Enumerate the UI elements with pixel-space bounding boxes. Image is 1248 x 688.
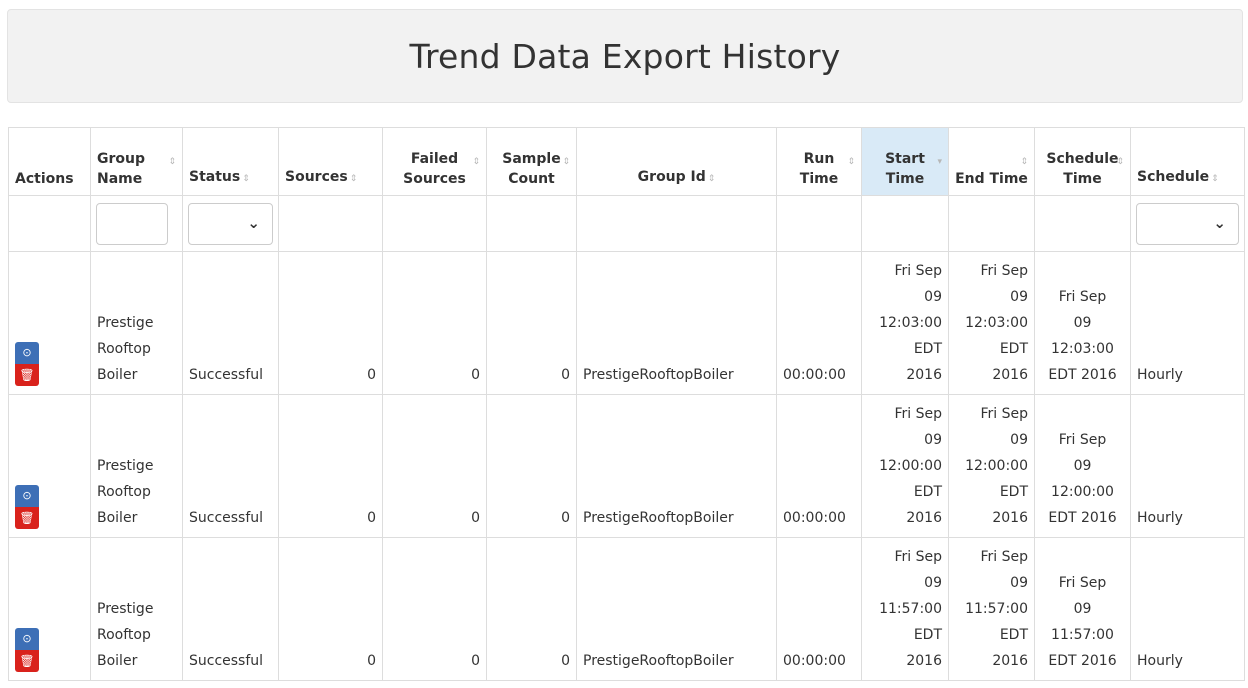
sample-count-cell: 0 xyxy=(486,394,577,538)
group-id-cell: PrestigeRooftopBoiler xyxy=(576,537,777,681)
sort-icon: ⇕ xyxy=(562,157,570,167)
col-header-schedule-time[interactable]: Schedule Time ⇕ xyxy=(1034,127,1131,196)
trash-icon: 🗑 xyxy=(19,511,35,525)
page-title: Trend Data Export History xyxy=(409,36,841,76)
start-time-cell: Fri Sep 09 11:57:00 EDT 2016 xyxy=(861,537,949,681)
schedule-time-cell: Fri Sep 09 12:03:00 EDT 2016 xyxy=(1034,251,1131,395)
actions-cell: ⊙ 🗑 xyxy=(8,251,91,395)
start-time-cell: Fri Sep 09 12:03:00 EDT 2016 xyxy=(861,251,949,395)
sources-cell: 0 xyxy=(278,394,383,538)
sort-icon: ⇕ xyxy=(472,157,480,167)
col-header-status[interactable]: Status ⇕ xyxy=(182,127,279,196)
delete-button[interactable]: 🗑 xyxy=(15,507,39,529)
col-header-group-id[interactable]: Group Id ⇕ xyxy=(576,127,777,196)
page-header: Trend Data Export History xyxy=(7,9,1243,103)
actions-cell: ⊙ 🗑 xyxy=(8,394,91,538)
run-time-cell: 00:00:00 xyxy=(776,537,862,681)
failed-sources-cell: 0 xyxy=(382,394,487,538)
group-name-cell: Prestige Rooftop Boiler xyxy=(90,537,183,681)
view-button[interactable]: ⊙ xyxy=(15,485,39,507)
group-id-cell: PrestigeRooftopBoiler xyxy=(576,251,777,395)
filter-row: ⌄ ⌄ xyxy=(8,195,1245,252)
actions-cell: ⊙ 🗑 xyxy=(8,537,91,681)
status-cell: Successful xyxy=(182,251,279,395)
group-name-filter-input[interactable] xyxy=(96,202,168,245)
sample-count-cell: 0 xyxy=(486,537,577,681)
status-cell: Successful xyxy=(182,394,279,538)
sort-desc-icon: ▾ xyxy=(937,157,942,167)
chevron-down-icon: ⌄ xyxy=(247,213,260,232)
group-name-cell: Prestige Rooftop Boiler xyxy=(90,394,183,538)
col-header-sources[interactable]: Sources ⇕ xyxy=(278,127,383,196)
sort-icon: ⇕ xyxy=(168,157,176,167)
run-time-cell: 00:00:00 xyxy=(776,394,862,538)
table-row: ⊙ 🗑 Prestige Rooftop Boiler Successful 0 0 0 Pres… xyxy=(8,537,1245,681)
schedule-time-cell: Fri Sep 09 12:00:00 EDT 2016 xyxy=(1034,394,1131,538)
sort-icon: ⇕ xyxy=(1020,157,1028,167)
sort-icon: ⇕ xyxy=(847,157,855,167)
sources-cell: 0 xyxy=(278,251,383,395)
schedule-time-cell: Fri Sep 09 11:57:00 EDT 2016 xyxy=(1034,537,1131,681)
schedule-cell: Hourly xyxy=(1130,394,1245,538)
col-header-failed-sources[interactable]: Failed Sources ⇕ xyxy=(382,127,487,196)
group-name-cell: Prestige Rooftop Boiler xyxy=(90,251,183,395)
sort-icon: ⇕ xyxy=(1211,174,1219,184)
end-time-cell: Fri Sep 09 11:57:00 EDT 2016 xyxy=(948,537,1035,681)
failed-sources-cell: 0 xyxy=(382,251,487,395)
end-time-cell: Fri Sep 09 12:00:00 EDT 2016 xyxy=(948,394,1035,538)
sort-icon: ⇕ xyxy=(349,174,358,184)
status-cell: Successful xyxy=(182,537,279,681)
schedule-filter-select[interactable]: ⌄ xyxy=(1136,202,1239,245)
sample-count-cell: 0 xyxy=(486,251,577,395)
table-row: ⊙ 🗑 Prestige Rooftop Boiler Successful 0 0 0 Pres… xyxy=(8,251,1245,395)
export-history-table: Actions Group Name ⇕ Status ⇕ Sources ⇕ Fai… xyxy=(8,127,1245,681)
schedule-cell: Hourly xyxy=(1130,537,1245,681)
group-id-cell: PrestigeRooftopBoiler xyxy=(576,394,777,538)
col-header-start-time[interactable]: Start Time ▾ xyxy=(861,127,949,196)
delete-button[interactable]: 🗑 xyxy=(15,650,39,672)
schedule-cell: Hourly xyxy=(1130,251,1245,395)
col-header-actions: Actions xyxy=(8,127,91,196)
failed-sources-cell: 0 xyxy=(382,537,487,681)
end-time-cell: Fri Sep 09 12:03:00 EDT 2016 xyxy=(948,251,1035,395)
view-button[interactable]: ⊙ xyxy=(15,342,39,364)
start-time-cell: Fri Sep 09 12:00:00 EDT 2016 xyxy=(861,394,949,538)
col-header-group-name[interactable]: Group Name ⇕ xyxy=(90,127,183,196)
sort-icon: ⇕ xyxy=(242,174,250,184)
sort-icon: ⇕ xyxy=(707,174,716,184)
view-button[interactable]: ⊙ xyxy=(15,628,39,650)
delete-button[interactable]: 🗑 xyxy=(15,364,39,386)
table-row: ⊙ 🗑 Prestige Rooftop Boiler Successful 0 0 0 Pres… xyxy=(8,394,1245,538)
trash-icon: 🗑 xyxy=(19,368,35,382)
col-header-end-time[interactable]: End Time ⇕ xyxy=(948,127,1035,196)
header-row: Actions Group Name ⇕ Status ⇕ Sources ⇕ Fai… xyxy=(8,127,1245,196)
col-header-sample-count[interactable]: Sample Count ⇕ xyxy=(486,127,577,196)
col-header-schedule[interactable]: Schedule ⇕ xyxy=(1130,127,1245,196)
sort-icon: ⇕ xyxy=(1116,157,1124,167)
trash-icon: 🗑 xyxy=(19,654,35,668)
sources-cell: 0 xyxy=(278,537,383,681)
run-time-cell: 00:00:00 xyxy=(776,251,862,395)
chevron-down-icon: ⌄ xyxy=(1213,213,1226,232)
col-header-run-time[interactable]: Run Time ⇕ xyxy=(776,127,862,196)
status-filter-select[interactable]: ⌄ xyxy=(188,202,273,245)
